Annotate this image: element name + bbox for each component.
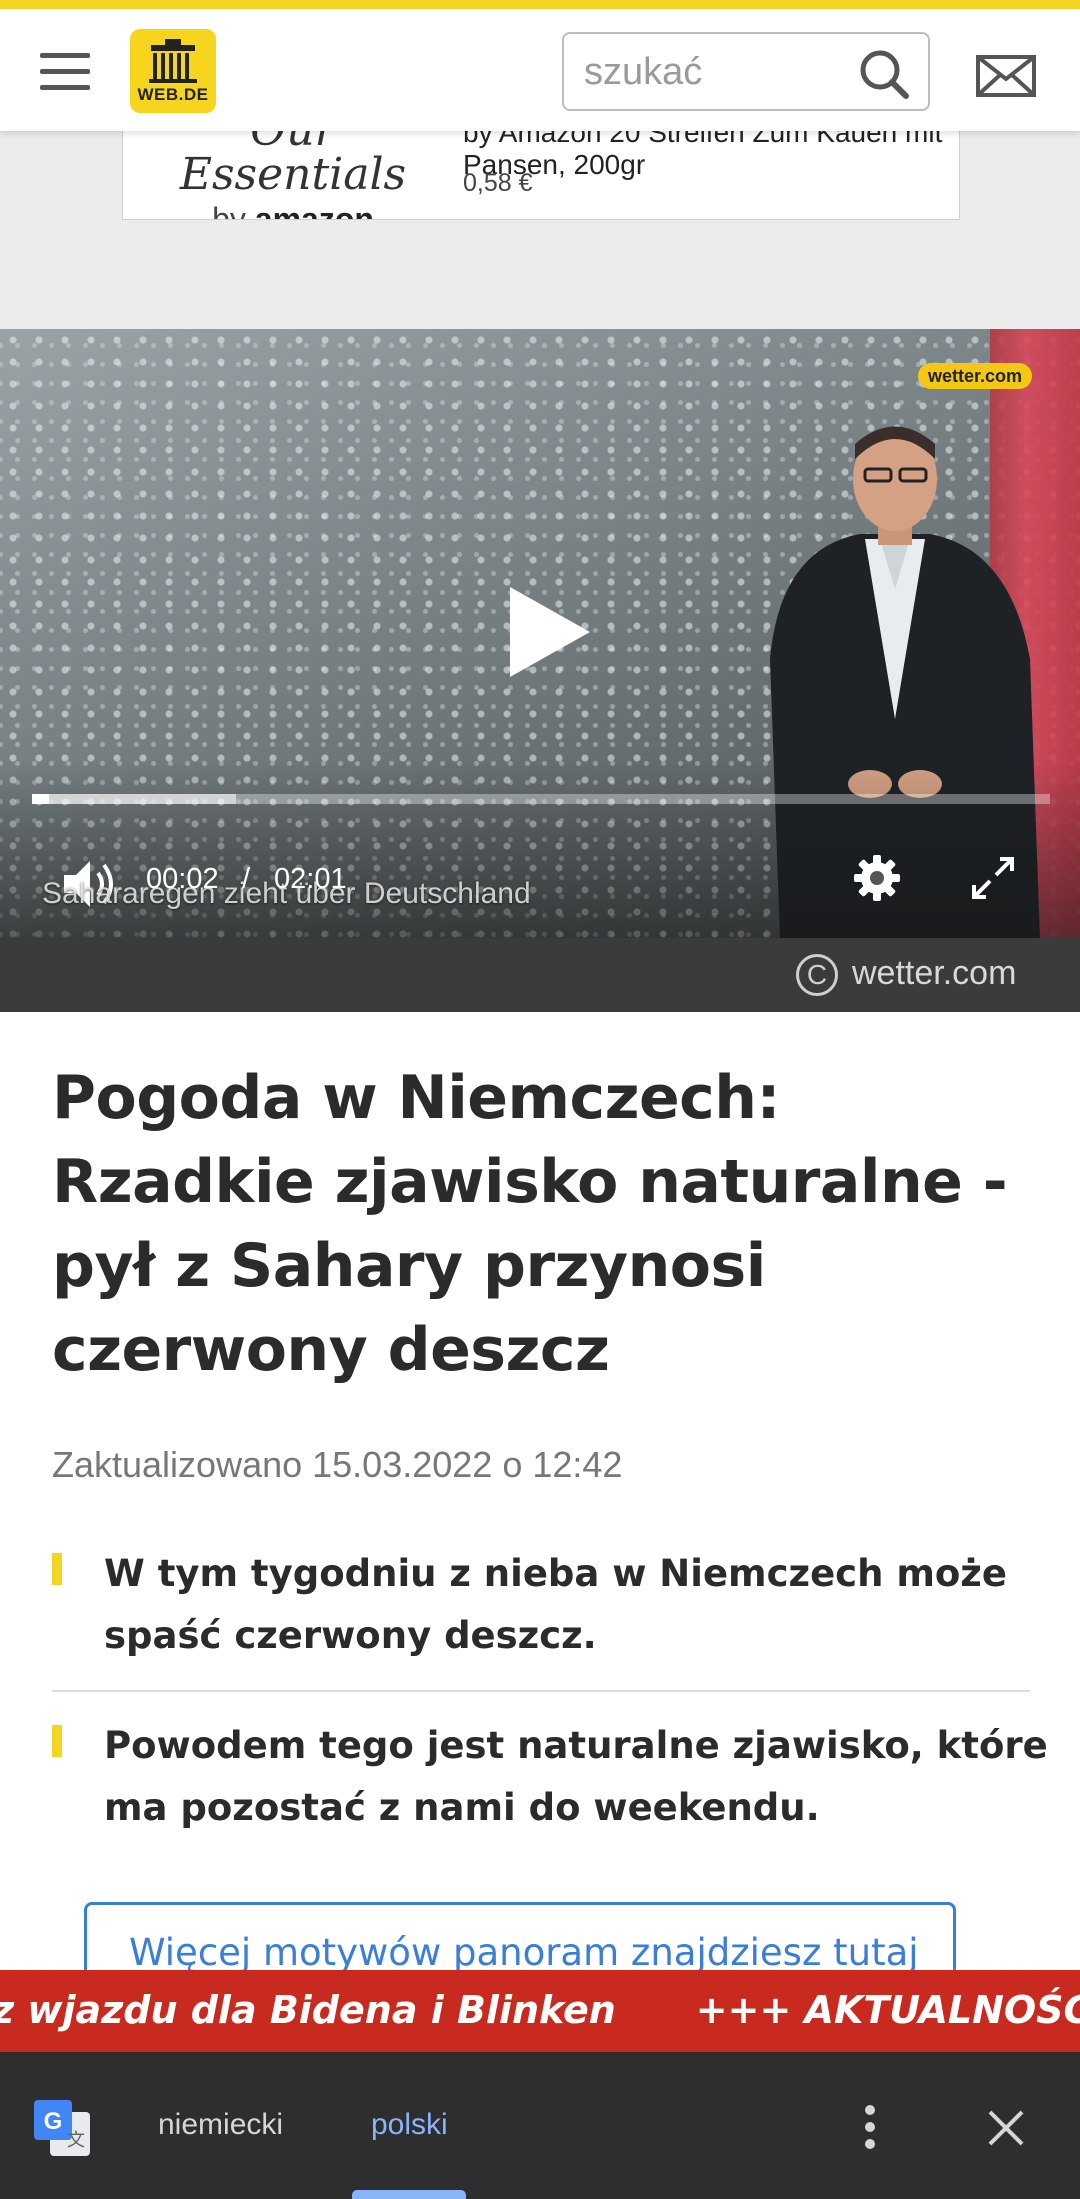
google-translate-icon: G 文 (34, 2100, 90, 2156)
logo-text: WEB.DE (137, 85, 209, 104)
play-icon[interactable] (510, 587, 590, 677)
video-credit: wetter.com (852, 954, 1017, 992)
search-box[interactable] (562, 32, 930, 111)
news-ticker[interactable]: z wjazdu dla Bidena i Blinken +++ AKTUALN… (0, 1970, 1080, 2052)
ad-card[interactable]: Our Essentials by amazon by Amazon 20 St… (122, 131, 960, 220)
ad-brand-name: amazon (254, 201, 374, 220)
ad-brand: Our Essentials by amazon (173, 131, 413, 220)
search-input[interactable] (584, 48, 844, 96)
translate-bar: G 文 niemiecki polski (0, 2052, 1080, 2199)
ticker-text: z wjazdu dla Bidena i Blinken +++ AKTUALN… (0, 1988, 1080, 2032)
bullet-marker (52, 1725, 62, 1757)
translate-source-language-tab[interactable]: niemiecki (158, 2108, 283, 2142)
bullet-text: W tym tygodniu z nieba w Niemczech może … (104, 1552, 1007, 1657)
bullet-text: Powodem tego jest naturalne zjawisko, kt… (104, 1724, 1048, 1829)
video-controls-gradient (0, 758, 1080, 938)
menu-icon[interactable] (40, 53, 90, 91)
more-panoramas-button[interactable]: Więcej motywów panoram znajdziesz tutaj (84, 1902, 956, 1972)
site-header: WEB.DE (0, 9, 1080, 131)
ad-price: 0,58 € (463, 169, 533, 197)
more-panoramas-link[interactable]: Więcej motywów panoram znajdziesz tutaj (129, 1931, 919, 1972)
copyright-icon: C (796, 954, 838, 996)
webde-logo[interactable]: WEB.DE (130, 29, 216, 113)
video-progress-buffered (32, 794, 236, 804)
article-updated-date: Zaktualizowano 15.03.2022 o 12:42 (52, 1444, 623, 1485)
ticker-item[interactable]: +++ AKTUALNOŚCI +++ Ro (696, 1988, 1080, 2032)
ad-product-title[interactable]: by Amazon 20 Streifen Zum Kauen mit Pans… (463, 131, 943, 181)
svg-text:G: G (44, 2108, 63, 2135)
top-accent-bar (0, 0, 1080, 9)
video-time-separator: / (242, 863, 251, 895)
ticker-item[interactable]: z wjazdu dla Bidena i Blinken (0, 1988, 616, 2032)
mail-icon[interactable] (976, 55, 1036, 97)
settings-icon[interactable] (852, 853, 902, 903)
bullet-divider (52, 1690, 1030, 1692)
active-language-indicator (352, 2190, 466, 2199)
ad-brand-by: by amazon (173, 201, 413, 220)
video-time-total: 02:01 (274, 863, 347, 895)
video-time-current: 00:02 (146, 863, 219, 895)
video-player[interactable]: wetter.com Sahararegen zieht über Deutsc… (0, 329, 1080, 938)
brandenburg-gate-icon (149, 39, 197, 83)
translate-target-language-tab[interactable]: polski (371, 2108, 448, 2142)
video-watermark: wetter.com (918, 363, 1033, 389)
more-vert-icon[interactable] (860, 2104, 880, 2150)
search-icon[interactable] (858, 48, 910, 100)
fullscreen-icon[interactable] (970, 855, 1016, 901)
article-headline: Pogoda w Niemczech: Rzadkie zjawisko nat… (52, 1063, 1008, 1385)
ad-brand-script: Our Essentials (179, 131, 407, 200)
video-credit-bar: C wetter.com (0, 938, 1080, 1012)
video-progress-played (32, 794, 50, 804)
svg-text:文: 文 (67, 2130, 85, 2151)
ad-area: Our Essentials by amazon by Amazon 20 St… (0, 131, 1080, 329)
video-progress-bar[interactable] (32, 794, 1050, 804)
close-icon[interactable] (987, 2109, 1025, 2147)
bullet-marker (52, 1553, 62, 1585)
